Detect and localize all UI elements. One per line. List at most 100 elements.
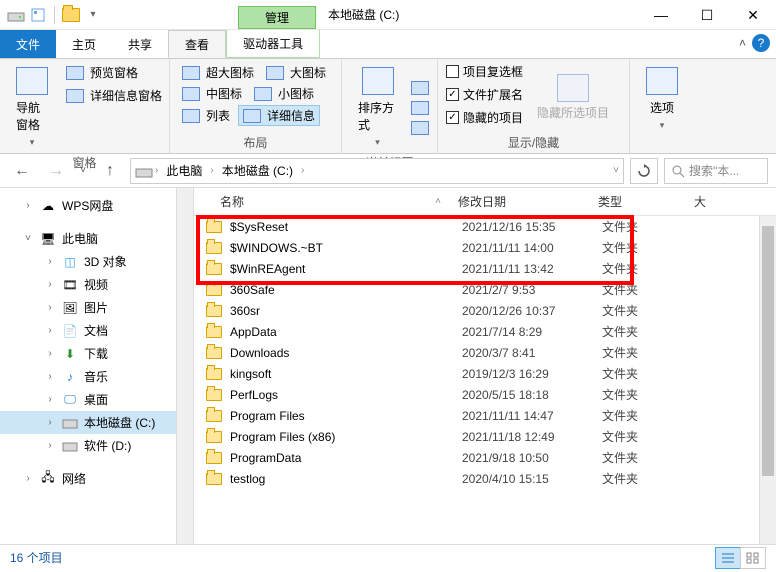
table-row[interactable]: testlog2020/4/10 15:15文件夹 xyxy=(194,468,776,489)
tab-file[interactable]: 文件 xyxy=(0,30,56,58)
sidebar-item-wps[interactable]: ›☁WPS网盘 xyxy=(0,194,193,217)
address-dropdown-icon[interactable]: ˅ xyxy=(613,165,619,176)
table-row[interactable]: kingsoft2019/12/3 16:29文件夹 xyxy=(194,363,776,384)
ribbon-tabs: 文件 主页 共享 查看 驱动器工具 ˄ ? xyxy=(0,30,776,58)
scrollbar-thumb[interactable] xyxy=(762,226,774,476)
column-type[interactable]: 类型 xyxy=(590,193,686,210)
hide-selected-label: 隐藏所选项目 xyxy=(537,106,609,120)
column-size[interactable]: 大 xyxy=(686,193,776,210)
table-row[interactable]: Program Files (x86)2021/11/18 12:49文件夹 xyxy=(194,426,776,447)
status-bar: 16 个项目 xyxy=(0,544,776,570)
tab-view[interactable]: 查看 xyxy=(168,30,226,58)
table-row[interactable]: AppData2021/7/14 8:29文件夹 xyxy=(194,321,776,342)
group-by-icon[interactable] xyxy=(411,81,429,95)
size-columns-icon[interactable] xyxy=(411,121,429,135)
icons-view-button[interactable] xyxy=(740,547,766,569)
details-pane-button[interactable]: 详细信息窗格 xyxy=(62,86,166,105)
crumb-this-pc[interactable]: 此电脑 xyxy=(160,160,208,181)
back-button[interactable]: ← xyxy=(8,158,36,184)
table-row[interactable]: 360sr2020/12/26 10:37文件夹 xyxy=(194,300,776,321)
sidebar-item-desktop[interactable]: ›🖵桌面 xyxy=(0,388,193,411)
computer-icon: 🖥 xyxy=(40,231,56,247)
sidebar-item-downloads[interactable]: ›⬇下载 xyxy=(0,342,193,365)
table-row[interactable]: ProgramData2021/9/18 10:50文件夹 xyxy=(194,447,776,468)
collapse-ribbon-icon[interactable]: ˄ xyxy=(739,36,746,50)
small-icons-button[interactable]: 小图标 xyxy=(250,84,318,103)
table-row[interactable]: 360Safe2021/2/7 9:53文件夹 xyxy=(194,279,776,300)
file-date: 2020/12/26 10:37 xyxy=(462,304,602,318)
recent-dropdown[interactable]: ˅ xyxy=(76,158,90,184)
sidebar-scrollbar[interactable] xyxy=(176,188,193,544)
ribbon-group-panes: 导航窗格 ▾ 预览窗格 详细信息窗格 窗格 xyxy=(0,59,170,153)
file-name: kingsoft xyxy=(230,367,462,381)
sidebar-item-3d-objects[interactable]: ›◫3D 对象 xyxy=(0,250,193,273)
file-ext-toggle[interactable]: ✓文件扩展名 xyxy=(446,86,523,103)
maximize-button[interactable]: ☐ xyxy=(684,0,730,30)
table-row[interactable]: $SysReset2021/12/16 15:35文件夹 xyxy=(194,216,776,237)
hide-selected-button[interactable]: 隐藏所选项目 xyxy=(529,63,617,132)
file-type: 文件夹 xyxy=(602,428,698,445)
details-view-button[interactable] xyxy=(715,547,741,569)
folder-icon xyxy=(206,326,222,338)
folder-icon xyxy=(61,5,81,25)
table-row[interactable]: $WINDOWS.~BT2021/11/11 14:00文件夹 xyxy=(194,237,776,258)
preview-pane-button[interactable]: 预览窗格 xyxy=(62,63,166,82)
refresh-button[interactable] xyxy=(630,158,658,184)
file-date: 2021/11/11 14:00 xyxy=(462,241,602,255)
chevron-right-icon[interactable]: › xyxy=(155,165,158,176)
music-icon: ♪ xyxy=(62,369,78,385)
file-rows: $SysReset2021/12/16 15:35文件夹$WINDOWS.~BT… xyxy=(194,216,776,489)
chevron-right-icon[interactable]: › xyxy=(22,200,34,211)
options-button[interactable]: 选项 ▾ xyxy=(638,63,686,135)
file-list-scrollbar[interactable] xyxy=(759,216,776,544)
sidebar-item-pictures[interactable]: ›🖼图片 xyxy=(0,296,193,319)
table-row[interactable]: Downloads2020/3/7 8:41文件夹 xyxy=(194,342,776,363)
sidebar-item-drive-d[interactable]: ›软件 (D:) xyxy=(0,434,193,457)
table-row[interactable]: PerfLogs2020/5/15 18:18文件夹 xyxy=(194,384,776,405)
column-name[interactable]: 名称˄ xyxy=(194,193,450,210)
chevron-right-icon[interactable]: › xyxy=(301,165,304,176)
sort-by-button[interactable]: 排序方式 ▾ xyxy=(350,63,405,152)
help-icon[interactable]: ? xyxy=(752,34,770,52)
minimize-button[interactable]: — xyxy=(638,0,684,30)
file-name: 360Safe xyxy=(230,283,462,297)
file-date: 2020/3/7 8:41 xyxy=(462,346,602,360)
chevron-down-icon[interactable]: ˅ xyxy=(22,233,34,244)
quick-access-toolbar: ▾ xyxy=(0,5,103,25)
forward-button[interactable]: → xyxy=(42,158,70,184)
search-input[interactable]: 搜索"本... xyxy=(664,158,768,184)
close-button[interactable]: ✕ xyxy=(730,0,776,30)
address-bar: ← → ˅ ↑ › 此电脑 › 本地磁盘 (C:) › ˅ 搜索"本... xyxy=(0,154,776,188)
hidden-items-toggle[interactable]: ✓隐藏的项目 xyxy=(446,109,523,126)
sidebar-item-videos[interactable]: ›🎞视频 xyxy=(0,273,193,296)
extra-large-icons-button[interactable]: 超大图标 xyxy=(178,63,258,82)
sidebar-item-drive-c[interactable]: ›本地磁盘 (C:) xyxy=(0,411,193,434)
cloud-icon: ☁ xyxy=(40,198,56,214)
up-button[interactable]: ↑ xyxy=(96,158,124,184)
list-button[interactable]: 列表 xyxy=(178,105,234,126)
sidebar-item-network[interactable]: ›🖧网络 xyxy=(0,467,193,490)
sidebar-item-documents[interactable]: ›📄文档 xyxy=(0,319,193,342)
tab-share[interactable]: 共享 xyxy=(112,30,168,58)
table-row[interactable]: Program Files2021/11/11 14:47文件夹 xyxy=(194,405,776,426)
large-icons-button[interactable]: 大图标 xyxy=(262,63,330,82)
file-name: Program Files xyxy=(230,409,462,423)
file-type: 文件夹 xyxy=(602,449,698,466)
breadcrumb[interactable]: › 此电脑 › 本地磁盘 (C:) › ˅ xyxy=(130,158,624,184)
folder-icon xyxy=(206,410,222,422)
add-columns-icon[interactable] xyxy=(411,101,429,115)
tab-drive-tools[interactable]: 驱动器工具 xyxy=(226,30,320,58)
chevron-right-icon[interactable]: › xyxy=(210,165,213,176)
properties-icon[interactable] xyxy=(28,5,48,25)
qat-dropdown-icon[interactable]: ▾ xyxy=(83,5,103,25)
details-button[interactable]: 详细信息 xyxy=(238,105,320,126)
table-row[interactable]: $WinREAgent2021/11/11 13:42文件夹 xyxy=(194,258,776,279)
sidebar-item-music[interactable]: ›♪音乐 xyxy=(0,365,193,388)
column-date[interactable]: 修改日期 xyxy=(450,193,590,210)
medium-icons-button[interactable]: 中图标 xyxy=(178,84,246,103)
sidebar-item-this-pc[interactable]: ˅🖥此电脑 xyxy=(0,227,193,250)
item-checkboxes-toggle[interactable]: 项目复选框 xyxy=(446,63,523,80)
crumb-drive[interactable]: 本地磁盘 (C:) xyxy=(216,160,299,181)
nav-pane-button[interactable]: 导航窗格 ▾ xyxy=(8,63,56,152)
tab-home[interactable]: 主页 xyxy=(56,30,112,58)
